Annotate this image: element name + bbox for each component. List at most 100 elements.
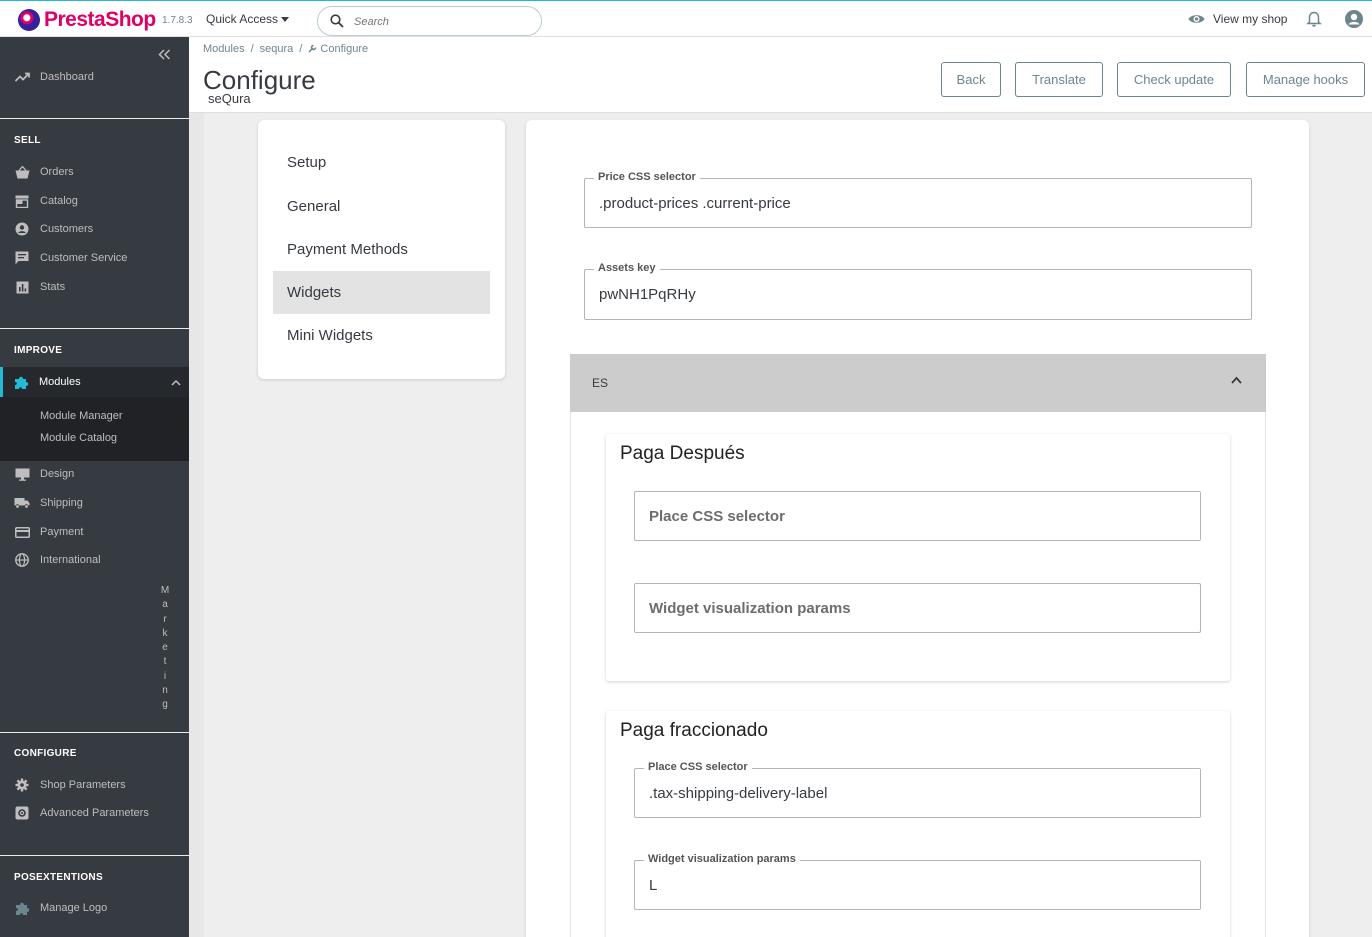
- trending-up-icon: [14, 72, 30, 82]
- paga-fraccionado-widget-params-field[interactable]: Widget visualization params L: [634, 853, 1201, 910]
- breadcrumb-modules[interactable]: Modules: [203, 43, 245, 55]
- menu-item-payment-methods[interactable]: Payment Methods: [273, 228, 490, 271]
- quick-access-dropdown[interactable]: Quick Access: [206, 12, 290, 26]
- sidebar-item-label: Catalog: [40, 195, 78, 207]
- wrench-icon: [308, 44, 317, 53]
- prestashop-logo[interactable]: PrestaShop: [18, 8, 156, 32]
- accordion-label: ES: [592, 376, 609, 390]
- sidebar-item-dashboard[interactable]: Dashboard: [14, 70, 94, 84]
- field-placeholder: Widget visualization params: [649, 600, 851, 617]
- field-label: Place CSS selector: [644, 761, 752, 773]
- search-box[interactable]: [317, 6, 542, 36]
- breadcrumb: Modules / sequra / Configure: [203, 43, 368, 55]
- back-button[interactable]: Back: [941, 62, 1001, 97]
- marketing-letter: t: [163, 656, 167, 668]
- view-my-shop-link[interactable]: View my shop: [1188, 12, 1287, 26]
- sidebar-item-label: Orders: [40, 166, 74, 178]
- field-value: .product-prices .current-price: [599, 195, 791, 212]
- sidebar-item-label: Shipping: [40, 497, 83, 509]
- divider: [0, 855, 189, 856]
- section-title-paga-despues: Paga Después: [620, 443, 745, 464]
- collapse-sidebar-icon[interactable]: [158, 49, 171, 60]
- credit-card-icon: [14, 526, 30, 538]
- user-account-icon[interactable]: [1344, 9, 1364, 29]
- divider: [0, 732, 189, 733]
- menu-item-general[interactable]: General: [273, 185, 490, 228]
- field-label: Assets key: [594, 262, 660, 274]
- basket-icon: [15, 165, 29, 178]
- sidebar-item-label: Design: [40, 468, 75, 480]
- sidebar-item-payment[interactable]: Payment: [14, 525, 83, 539]
- sidebar-item-label: Modules: [39, 376, 81, 388]
- sidebar-subitem-module-catalog[interactable]: Module Catalog: [40, 432, 117, 444]
- marketing-letter: n: [162, 685, 168, 697]
- marketing-letter: r: [163, 613, 167, 625]
- manage-hooks-button[interactable]: Manage hooks: [1246, 62, 1365, 97]
- sidebar-item-shop-parameters[interactable]: Shop Parameters: [14, 778, 126, 792]
- field-value: pwNH1PqRHy: [599, 286, 696, 303]
- menu-item-setup[interactable]: Setup: [273, 141, 490, 184]
- marketing-letter: i: [163, 670, 167, 682]
- puzzle-icon: [14, 376, 28, 389]
- sidebar-item-label: Customer Service: [40, 252, 128, 264]
- sidebar-item-marketing[interactable]: Marketing: [160, 584, 170, 713]
- sidebar-item-label: International: [40, 554, 101, 566]
- sidebar-item-catalog[interactable]: Catalog: [14, 194, 78, 208]
- field-label: Price CSS selector: [594, 171, 700, 183]
- section-title-configure: CONFIGURE: [14, 748, 77, 759]
- quick-access-label: Quick Access: [206, 12, 279, 26]
- divider: [0, 328, 189, 329]
- breadcrumb-configure: Configure: [308, 43, 368, 55]
- sidebar-item-customers[interactable]: Customers: [14, 222, 93, 236]
- paga-despues-card: Paga Después: [606, 434, 1230, 681]
- sidebar-item-orders[interactable]: Orders: [14, 165, 74, 179]
- chevron-up-icon[interactable]: [171, 379, 181, 386]
- menu-item-widgets[interactable]: Widgets: [273, 271, 490, 314]
- assets-key-field[interactable]: Assets key pwNH1PqRHy: [584, 262, 1252, 320]
- paga-despues-place-css-selector-field[interactable]: Place CSS selector: [634, 491, 1201, 541]
- sidebar-item-advanced-parameters[interactable]: Advanced Parameters: [14, 806, 149, 820]
- sidebar-item-label: Manage Logo: [40, 902, 108, 914]
- breadcrumb-separator: /: [250, 43, 254, 55]
- price-css-selector-field[interactable]: Price CSS selector .product-prices .curr…: [584, 171, 1252, 228]
- sidebar-item-design[interactable]: Design: [14, 467, 74, 481]
- settings-menu: Setup General Payment Methods Widgets Mi…: [258, 120, 505, 379]
- breadcrumb-sequra[interactable]: sequra: [260, 43, 294, 55]
- marketing-letter: g: [162, 699, 168, 711]
- chat-icon: [15, 251, 29, 265]
- sidebar-item-shipping[interactable]: Shipping: [14, 496, 83, 510]
- field-value: L: [649, 877, 658, 894]
- page-header: Modules / sequra / Configure Configure s…: [189, 37, 1372, 113]
- puzzle-icon: [15, 902, 29, 915]
- sidebar-item-label: Customers: [40, 223, 94, 235]
- check-update-button[interactable]: Check update: [1117, 62, 1231, 97]
- search-input[interactable]: [354, 13, 529, 30]
- account-circle-icon: [15, 222, 29, 236]
- sidebar-item-modules[interactable]: Modules: [13, 375, 81, 389]
- breadcrumb-separator: /: [299, 43, 303, 55]
- sidebar-item-customer-service[interactable]: Customer Service: [14, 251, 127, 265]
- sidebar-subitem-module-manager[interactable]: Module Manager: [40, 410, 123, 422]
- sidebar-item-manage-logo[interactable]: Manage Logo: [14, 901, 107, 915]
- chevron-up-icon: [1231, 376, 1242, 384]
- sidebar-item-label: Shop Parameters: [40, 779, 126, 791]
- sidebar: Dashboard SELL Orders Catalog Customers …: [0, 37, 189, 937]
- eye-icon: [1188, 15, 1205, 23]
- paga-despues-widget-params-field[interactable]: Widget visualization params: [634, 583, 1201, 633]
- field-value: .tax-shipping-delivery-label: [649, 785, 828, 802]
- accordion-header-es[interactable]: ES: [570, 354, 1266, 412]
- monitor-icon: [15, 468, 29, 481]
- paga-fraccionado-place-css-selector-field[interactable]: Place CSS selector .tax-shipping-deliver…: [634, 761, 1201, 818]
- globe-icon: [15, 553, 29, 567]
- content-left-strip: [189, 113, 204, 937]
- marketing-letter: k: [162, 627, 168, 639]
- translate-button[interactable]: Translate: [1015, 62, 1103, 97]
- sidebar-item-stats[interactable]: Stats: [14, 280, 65, 294]
- menu-item-mini-widgets[interactable]: Mini Widgets: [273, 314, 490, 357]
- gear-icon: [15, 778, 29, 792]
- brand-name: PrestaShop: [44, 8, 156, 31]
- sidebar-item-international[interactable]: International: [14, 553, 101, 567]
- bell-icon[interactable]: [1306, 11, 1322, 28]
- section-title-improve: IMPROVE: [14, 345, 63, 356]
- marketing-letter: M: [160, 585, 170, 596]
